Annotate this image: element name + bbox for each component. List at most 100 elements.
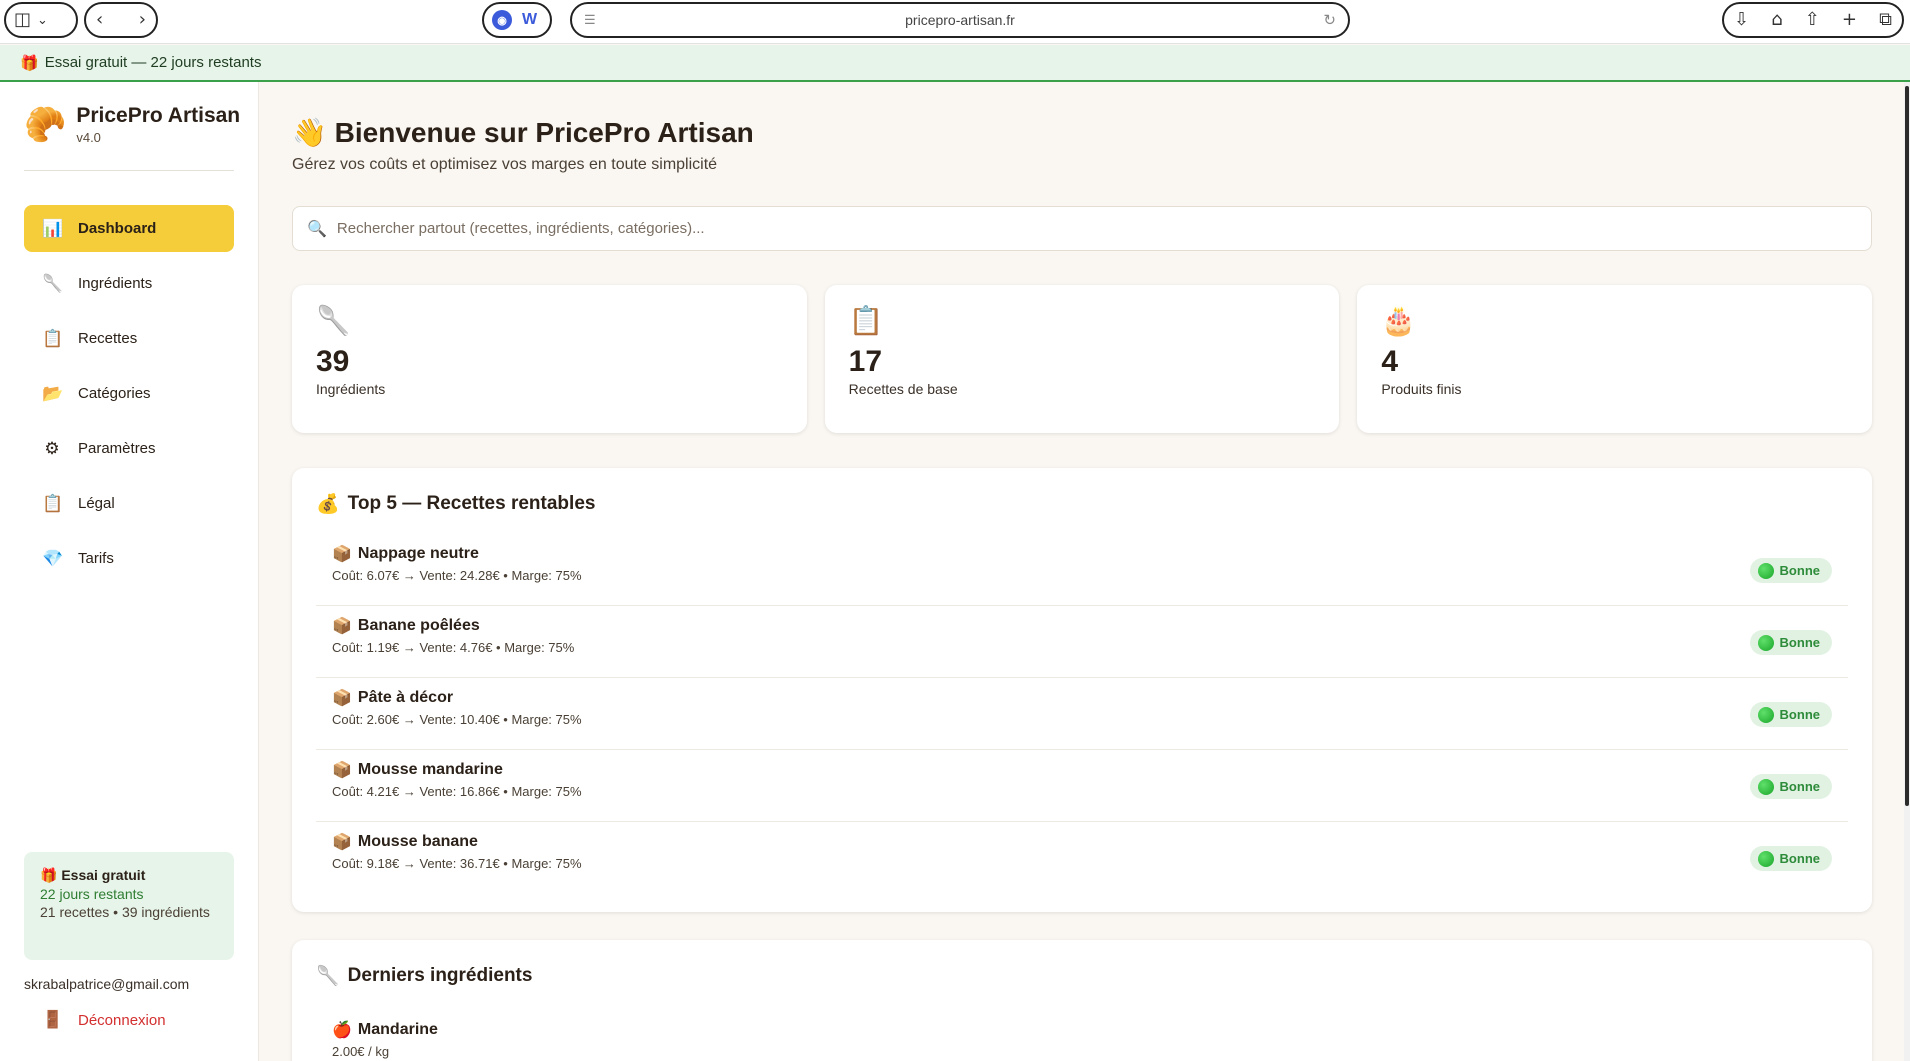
list-item[interactable]: 📦 Banane poêlées Coût: 1.19€ → Vente: 4.7… (316, 606, 1848, 678)
back-icon[interactable]: ‹ (96, 11, 103, 29)
sidebar-item-categories[interactable]: 📂 Catégories (24, 370, 234, 417)
trial-days-remaining: 22 jours restants (40, 886, 144, 902)
list-item[interactable]: 📦 Nappage neutre Coût: 6.07€ → Vente: 24.… (316, 534, 1848, 606)
sidebar-item-label: Paramètres (78, 440, 156, 457)
money-bag-icon: 💰 (316, 493, 340, 515)
list-item[interactable]: 📦 Mousse banane Coût: 9.18€ → Vente: 36.7… (316, 822, 1848, 894)
apple-icon: 🍎 (332, 1020, 352, 1039)
section-title-text: Derniers ingrédients (347, 964, 533, 986)
package-icon: 📦 (332, 760, 352, 779)
shield-extension-icon[interactable]: ◉ (492, 10, 512, 30)
stat-value: 39 (316, 345, 350, 378)
status-label: Bonne (1779, 635, 1820, 650)
sidebar-item-legal[interactable]: 📋 Légal (24, 480, 234, 527)
sidebar: 🥐 PricePro Artisan v4.0 📊 Dashboard 🥄 In… (0, 82, 259, 1061)
forward-icon[interactable]: › (139, 11, 146, 29)
sidebar-item-label: Dashboard (78, 220, 157, 237)
scrollbar-thumb[interactable] (1905, 86, 1909, 806)
w-extension-icon[interactable]: W (522, 11, 537, 29)
tabs-overview-icon[interactable]: ⧉ (1879, 11, 1892, 29)
status-label: Bonne (1779, 707, 1820, 722)
stat-card-produits[interactable]: 🎂 4 Produits finis (1357, 285, 1873, 433)
status-badge: Bonne (1749, 702, 1832, 727)
page-settings-icon[interactable]: ☰ (584, 12, 596, 28)
package-icon: 📦 (332, 544, 352, 563)
stats-row: 🥄 39 Ingrédients 📋 17 Recettes de base 🎂… (292, 285, 1873, 433)
sidebar-item-dashboard[interactable]: 📊 Dashboard (24, 205, 234, 252)
gear-icon: ⚙ (44, 438, 60, 459)
sidebar-item-parametres[interactable]: ⚙ Paramètres (24, 425, 234, 472)
status-badge: Bonne (1749, 846, 1832, 871)
clipboard-icon: 📋 (42, 328, 64, 349)
gift-icon: 🎁 (20, 53, 39, 72)
package-icon: 📦 (332, 616, 352, 635)
sidebar-toggle-button[interactable]: ◫ ⌄ (4, 2, 78, 38)
recipe-name: Pâte à décor (357, 688, 454, 706)
address-bar[interactable]: ☰ pricepro-artisan.fr ↻ (570, 2, 1350, 38)
sidebar-item-tarifs[interactable]: 💎 Tarifs (24, 535, 234, 582)
stat-value: 4 (1381, 345, 1399, 378)
page-title-text: Bienvenue sur PricePro Artisan (334, 117, 754, 148)
sidebar-item-label: Ingrédients (78, 275, 153, 292)
browser-toolbar: ◫ ⌄ ‹ › ◉ W ☰ pricepro-artisan.fr ↻ ⇩ ⌂ … (0, 0, 1910, 44)
home-icon[interactable]: ⌂ (1771, 11, 1782, 29)
download-icon[interactable]: ⇩ (1734, 11, 1749, 29)
sidebar-nav: 📊 Dashboard 🥄 Ingrédients 📋 Recettes 📂 C… (24, 205, 234, 590)
logout-button[interactable]: 🚪 Déconnexion (24, 1002, 166, 1038)
ingredient-name: Mandarine (357, 1020, 438, 1038)
bar-chart-icon: 📊 (42, 218, 64, 239)
reload-icon[interactable]: ↻ (1323, 11, 1336, 29)
recipe-name: Banane poêlées (357, 616, 480, 634)
top-recipes-card: 💰 Top 5 — Recettes rentables 📦 Nappage ne… (292, 468, 1872, 912)
status-badge: Bonne (1749, 774, 1832, 799)
sidebar-item-label: Catégories (78, 385, 151, 402)
brand[interactable]: 🥐 PricePro Artisan v4.0 (24, 104, 240, 145)
trial-banner: 🎁 Essai gratuit — 22 jours restants (0, 45, 1910, 82)
recipe-detail: Coût: 6.07€ → Vente: 24.28€ • Marge: 75% (332, 568, 582, 583)
global-search[interactable]: 🔍 (292, 206, 1872, 251)
recipe-name: Mousse mandarine (357, 760, 503, 778)
recipe-detail: Coût: 1.19€ → Vente: 4.76€ • Marge: 75% (332, 640, 575, 655)
ingredient-price: 2.00€ / kg (332, 1044, 390, 1059)
stat-card-recettes[interactable]: 📋 17 Recettes de base (824, 285, 1340, 433)
trial-usage-summary: 21 recettes • 39 ingrédients (40, 904, 210, 920)
trial-card-title: Essai gratuit (61, 867, 146, 883)
green-circle-icon (1757, 634, 1774, 651)
stat-card-ingredients[interactable]: 🥄 39 Ingrédients (292, 285, 807, 433)
app-version: v4.0 (76, 130, 101, 145)
spoon-icon: 🥄 (316, 304, 351, 337)
sidebar-item-label: Recettes (78, 330, 138, 347)
status-badge: Bonne (1749, 630, 1832, 655)
recipe-detail: Coût: 9.18€ → Vente: 36.71€ • Marge: 75% (332, 856, 582, 871)
new-tab-icon[interactable]: + (1842, 11, 1857, 29)
sidebar-item-recettes[interactable]: 📋 Recettes (24, 315, 234, 362)
logout-label: Déconnexion (78, 1011, 166, 1029)
status-label: Bonne (1779, 851, 1820, 866)
list-item[interactable]: 🍎 Mandarine 2.00€ / kg (332, 1020, 438, 1059)
list-item[interactable]: 📦 Mousse mandarine Coût: 4.21€ → Vente: 1… (316, 750, 1848, 822)
sidebar-icon: ◫ (14, 9, 32, 30)
sidebar-item-ingredients[interactable]: 🥄 Ingrédients (24, 260, 234, 307)
top-recipes-list: 📦 Nappage neutre Coût: 6.07€ → Vente: 24.… (316, 534, 1848, 894)
history-nav: ‹ › (84, 2, 158, 38)
page-title: 👋 Bienvenue sur PricePro Artisan (292, 116, 754, 149)
url-text[interactable]: pricepro-artisan.fr (905, 12, 1015, 28)
search-icon: 🔍 (307, 219, 327, 238)
green-circle-icon (1757, 562, 1774, 579)
trial-banner-text: Essai gratuit — 22 jours restants (44, 54, 262, 71)
stat-label: Ingrédients (316, 381, 386, 397)
green-circle-icon (1757, 706, 1774, 723)
browser-tools: ⇩ ⌂ ⇧ + ⧉ (1722, 2, 1904, 38)
status-badge: Bonne (1749, 558, 1832, 583)
section-title: 🥄 Derniers ingrédients (316, 964, 533, 988)
search-input[interactable] (336, 220, 1837, 237)
recipe-detail: Coût: 4.21€ → Vente: 16.86€ • Marge: 75% (332, 784, 582, 799)
list-item[interactable]: 📦 Pâte à décor Coût: 2.60€ → Vente: 10.40… (316, 678, 1848, 750)
user-email: skrabalpatrice@gmail.com (24, 976, 190, 992)
section-title: 💰 Top 5 — Recettes rentables (316, 492, 595, 516)
share-icon[interactable]: ⇧ (1805, 11, 1820, 29)
sidebar-item-label: Légal (78, 495, 115, 512)
chevron-down-icon: ⌄ (37, 12, 48, 28)
package-icon: 📦 (332, 688, 352, 707)
gem-icon: 💎 (42, 548, 64, 569)
